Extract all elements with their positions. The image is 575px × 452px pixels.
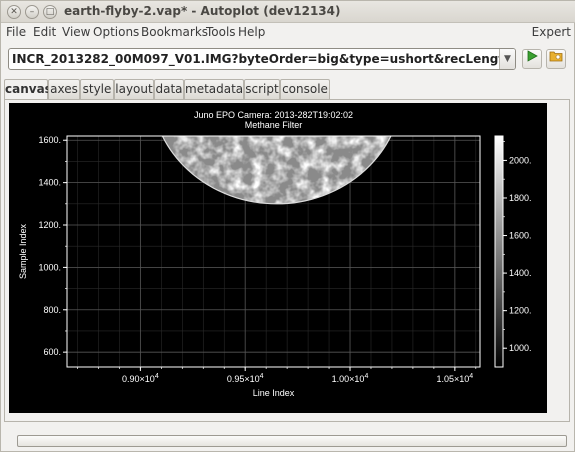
tab-layout[interactable]: layout [114,79,154,99]
menu-help[interactable]: Help [238,25,265,39]
x-tick-label: 0.90×104 [122,373,159,384]
expert-mode-menu[interactable]: Expert [532,25,571,39]
address-history-dropdown[interactable]: ▼ [499,49,515,69]
tab-console[interactable]: console [280,79,330,99]
maximize-icon: □ [45,7,55,17]
chevron-down-icon: ▼ [504,54,511,64]
folder-icon [549,51,563,62]
menu-file[interactable]: File [6,25,26,39]
data-address-value[interactable]: INCR_2013282_00M097_V01.IMG?byteOrder=bi… [12,52,515,66]
close-window-button[interactable]: ✕ [7,5,21,19]
go-button[interactable] [522,49,542,69]
colorbar[interactable] [494,135,504,368]
play-icon [527,50,538,62]
window-title: earth-flyby-2.vap* - Autoplot (dev12134) [64,4,341,18]
colorbar-axis: 1000. 1200. 1400. 1600. 1800. 2000. [503,141,532,353]
y-axis-label: Sample Index [18,223,28,279]
menu-bookmarks[interactable]: Bookmarks [141,25,208,39]
data-address-input[interactable]: INCR_2013282_00M097_V01.IMG?byteOrder=bi… [8,48,516,70]
colorbar-tick-label: 1400. [509,268,532,278]
plot-canvas[interactable]: 0.90×104 0.95×104 1.00×104 1.05×104 600. 800.… [9,103,547,413]
colorbar-tick-label: 2000. [509,155,532,165]
x-tick-label: 0.95×104 [227,373,264,384]
maximize-window-button[interactable]: □ [43,5,57,19]
tab-style[interactable]: style [80,79,114,99]
tab-data[interactable]: data [154,79,184,99]
tab-script[interactable]: script [244,79,280,99]
close-icon: ✕ [10,7,18,17]
plot-title: Juno EPO Camera: 2013-282T19:02:02 [194,110,353,120]
menu-bar: File Edit View Options Bookmarks Tools H… [1,23,575,42]
colorbar-tick-label: 1200. [509,306,532,316]
y-tick-label: 800. [43,305,61,315]
status-progress-bar [17,435,567,447]
spectrogram-plot[interactable]: 0.90×104 0.95×104 1.00×104 1.05×104 600. 800.… [9,103,547,413]
menu-edit[interactable]: Edit [33,25,56,39]
title-bar[interactable]: ✕ – □ earth-flyby-2.vap* - Autoplot (dev… [1,1,575,23]
tab-axes[interactable]: axes [48,79,80,99]
colorbar-tick-label: 1000. [509,343,532,353]
y-tick-label: 1000. [38,262,61,272]
colorbar-tick-label: 1600. [509,231,532,241]
menu-view[interactable]: View [62,25,90,39]
tab-metadata[interactable]: metadata [184,79,244,99]
y-tick-label: 1200. [38,220,61,230]
y-tick-label: 600. [43,347,61,357]
y-tick-label: 1400. [38,178,61,188]
minimize-icon: – [29,7,35,17]
minimize-window-button[interactable]: – [25,5,39,19]
plot-subtitle: Methane Filter [245,120,303,130]
colorbar-tick-label: 1800. [509,193,532,203]
y-tick-label: 1600. [38,135,61,145]
menu-tools[interactable]: Tools [206,25,236,39]
autoplot-window: ✕ – □ earth-flyby-2.vap* - Autoplot (dev… [0,0,575,452]
x-tick-label: 1.05×104 [436,373,473,384]
bookmark-button[interactable] [546,49,566,69]
menu-options[interactable]: Options [93,25,139,39]
tab-canvas[interactable]: canvas [4,79,52,100]
x-tick-label: 1.00×104 [332,373,369,384]
x-axis-label: Line Index [253,388,295,398]
